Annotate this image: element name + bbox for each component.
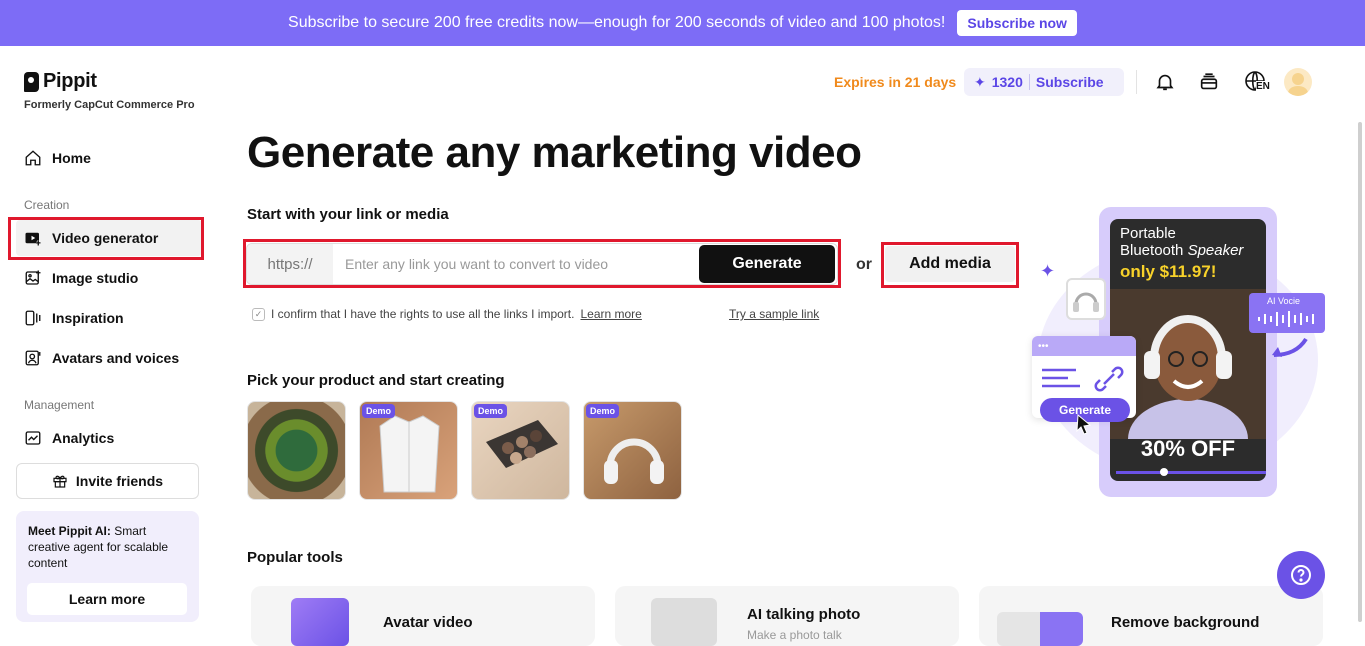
page-title: Generate any marketing video bbox=[247, 128, 862, 177]
ai-voice-card: AI Vocie bbox=[1249, 293, 1325, 333]
ai-voice-label: AI Vocie bbox=[1267, 296, 1301, 306]
promo-portable: Portable bbox=[1120, 225, 1176, 242]
popular-tools-label: Popular tools bbox=[247, 549, 343, 566]
learn-more-button[interactable]: Learn more bbox=[27, 583, 187, 615]
subscribe-banner: Subscribe to secure 200 free credits now… bbox=[0, 0, 1365, 46]
brand-name: Pippit bbox=[43, 70, 97, 92]
rights-confirmation: ✓ I confirm that I have the rights to us… bbox=[252, 307, 642, 321]
promo-bluetooth: Bluetooth bbox=[1120, 242, 1184, 259]
credits-count: 1320 bbox=[991, 74, 1023, 90]
product-thumbnail-shirt[interactable]: Demo bbox=[359, 401, 458, 500]
demo-badge: Demo bbox=[586, 404, 620, 418]
inspiration-icon bbox=[25, 310, 41, 326]
dots-icon: ••• bbox=[1038, 341, 1049, 352]
or-label: or bbox=[856, 256, 872, 273]
headphones-icon bbox=[1073, 292, 1099, 312]
language-code: EN bbox=[1256, 81, 1270, 92]
tool-thumbnail bbox=[291, 598, 349, 646]
section-creation: Creation bbox=[24, 198, 70, 212]
sparkle-icon: ✦ bbox=[974, 73, 986, 90]
section-management: Management bbox=[24, 398, 95, 412]
sidebar-item-inspiration[interactable]: Inspiration bbox=[16, 300, 202, 336]
analytics-icon bbox=[25, 431, 41, 445]
arrow-icon bbox=[1272, 337, 1308, 357]
highlight-box-add-media bbox=[881, 242, 1019, 288]
learn-more-link[interactable]: Learn more bbox=[580, 307, 641, 321]
highlight-box-link-bar bbox=[243, 239, 841, 288]
tool-title: Remove background bbox=[1111, 614, 1260, 631]
gift-icon bbox=[53, 475, 67, 488]
sidebar-item-label: Analytics bbox=[52, 430, 115, 446]
brand-logo[interactable]: Pippit bbox=[24, 70, 97, 93]
help-button[interactable] bbox=[1277, 551, 1325, 599]
language-globe-icon[interactable]: EN bbox=[1240, 70, 1272, 94]
promo-speaker: Speaker bbox=[1187, 242, 1244, 259]
promo-title: Meet Pippit AI: bbox=[28, 524, 111, 538]
sidebar-item-label: Avatars and voices bbox=[52, 350, 180, 366]
promo-price: only $11.97! bbox=[1120, 262, 1217, 281]
sidebar-item-avatars-voices[interactable]: Avatars and voices bbox=[16, 340, 202, 376]
credits-box[interactable]: ✦ 1320 Subscribe bbox=[964, 68, 1124, 96]
hero-illustration: ✦ Portable Bluetooth Speaker only $11.97… bbox=[1028, 205, 1338, 505]
product-thumbnail[interactable] bbox=[247, 401, 346, 500]
user-avatar[interactable] bbox=[1284, 68, 1312, 96]
tool-subtitle: Make a photo talk bbox=[747, 628, 842, 642]
card-header: ••• bbox=[1032, 336, 1136, 356]
header-divider bbox=[1136, 70, 1137, 94]
headphone-card bbox=[1066, 278, 1106, 320]
sparkle-icon: ✦ bbox=[1040, 261, 1056, 281]
product-section-label: Pick your product and start creating bbox=[247, 372, 505, 389]
brand-tagline: Formerly CapCut Commerce Pro bbox=[24, 99, 195, 111]
subscribe-now-button[interactable]: Subscribe now bbox=[957, 10, 1077, 36]
invite-friends-button[interactable]: Invite friends bbox=[16, 463, 199, 499]
promo-discount: 30% OFF bbox=[1140, 436, 1236, 461]
image-plus-icon bbox=[25, 270, 41, 285]
home-icon bbox=[25, 150, 41, 166]
bell-icon[interactable] bbox=[1153, 70, 1177, 94]
sidebar-item-label: Inspiration bbox=[52, 310, 124, 326]
sidebar-item-home[interactable]: Home bbox=[16, 140, 202, 176]
page-scrollbar[interactable] bbox=[1357, 118, 1363, 633]
highlight-box-video-generator bbox=[8, 217, 204, 260]
sidebar-item-label: Image studio bbox=[52, 270, 139, 286]
waveform-icon bbox=[1258, 311, 1314, 327]
tool-title: Avatar video bbox=[383, 614, 473, 631]
confirm-checkbox[interactable]: ✓ bbox=[252, 307, 265, 321]
confirm-text: I confirm that I have the rights to use … bbox=[271, 307, 575, 321]
try-sample-link[interactable]: Try a sample link bbox=[729, 307, 819, 321]
stack-icon[interactable] bbox=[1197, 70, 1221, 94]
link-lines-icon bbox=[1042, 366, 1124, 392]
subscribe-link[interactable]: Subscribe bbox=[1036, 74, 1104, 90]
tool-title: AI talking photo bbox=[747, 606, 861, 623]
cursor-icon bbox=[1076, 413, 1092, 435]
sidebar-item-image-studio[interactable]: Image studio bbox=[16, 260, 202, 296]
product-thumbnail-palette[interactable]: Demo bbox=[471, 401, 570, 500]
avatar-icon bbox=[25, 350, 41, 366]
invite-label: Invite friends bbox=[75, 473, 164, 489]
product-thumbnail-headphones[interactable]: Demo bbox=[583, 401, 682, 500]
demo-badge: Demo bbox=[362, 404, 396, 418]
expiry-notice: Expires in 21 days bbox=[834, 74, 957, 90]
banner-text: Subscribe to secure 200 free credits now… bbox=[288, 14, 946, 31]
link-section-label: Start with your link or media bbox=[247, 206, 449, 223]
demo-badge: Demo bbox=[474, 404, 508, 418]
sidebar-item-label: Home bbox=[52, 150, 91, 166]
question-icon bbox=[1291, 565, 1311, 585]
progress-thumb bbox=[1160, 468, 1168, 476]
tool-thumbnail bbox=[651, 598, 717, 646]
progress-bar bbox=[1116, 471, 1266, 474]
pippit-logo-icon bbox=[24, 71, 39, 92]
sidebar-item-analytics[interactable]: Analytics bbox=[16, 420, 202, 456]
divider bbox=[1028, 74, 1030, 90]
promo-line-1: Portable Bluetooth Speaker bbox=[1120, 225, 1243, 259]
tool-thumbnail bbox=[997, 612, 1083, 646]
pippit-ai-promo: Meet Pippit AI: Smart creative agent for… bbox=[16, 511, 199, 622]
